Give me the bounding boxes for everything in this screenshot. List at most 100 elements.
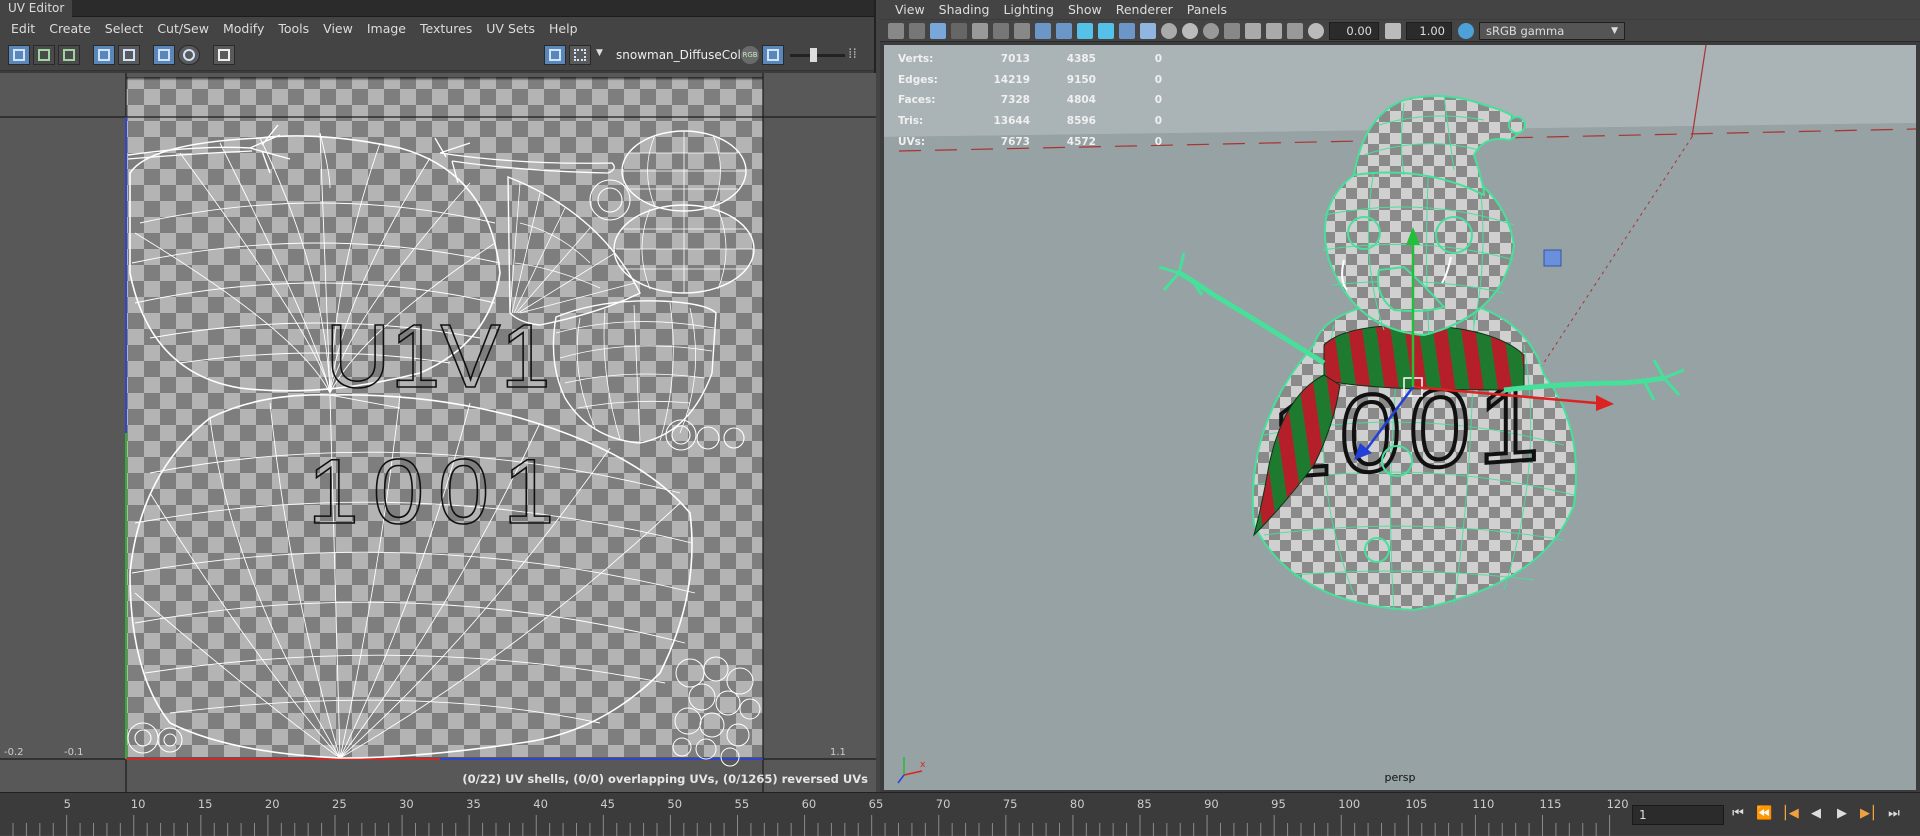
motion-blur-icon[interactable] bbox=[1203, 22, 1219, 39]
poly-count-hud: Verts: 7013 4385 0 Edges: 14219 9150 0 Faces: 7… bbox=[898, 49, 1162, 152]
uv-border-icon[interactable] bbox=[93, 44, 115, 65]
udim-number: 1001 bbox=[308, 441, 569, 543]
uv-menu-create[interactable]: Create bbox=[42, 21, 98, 36]
uv-editor-panel: UV Editor Edit Create Select Cut/Sew Mod… bbox=[0, 0, 876, 792]
vp-menu-renderer[interactable]: Renderer bbox=[1109, 2, 1180, 17]
step-forward-key-icon[interactable]: ▶⎮ bbox=[1860, 805, 1877, 823]
uv-menu-cutsew[interactable]: Cut/Sew bbox=[150, 21, 216, 36]
hud-value: 0 bbox=[1154, 94, 1162, 107]
go-to-end-icon[interactable]: ⏭ bbox=[1886, 805, 1902, 823]
uv-editor-tab[interactable]: UV Editor bbox=[0, 0, 73, 17]
vp-menu-lighting[interactable]: Lighting bbox=[996, 2, 1061, 17]
toolbar-more-icon[interactable]: ⁞⁞ bbox=[848, 46, 857, 62]
hud-value: 4804 bbox=[1066, 94, 1096, 107]
uv-menu-select[interactable]: Select bbox=[98, 21, 151, 36]
uv-viewport[interactable]: -0.2 -0.1 1.1 U1V1 1001 (0/22) UV shells… bbox=[0, 73, 876, 792]
grid-toggle-icon[interactable] bbox=[972, 22, 988, 39]
hud-value: 7013 bbox=[1000, 53, 1030, 66]
uv-display-grid-icon[interactable] bbox=[153, 44, 175, 65]
uv-menu-edit[interactable]: Edit bbox=[4, 21, 42, 36]
exposure-icon[interactable] bbox=[1308, 22, 1324, 39]
persp-viewport[interactable]: 1001 x Verts: 7013 4385 0 Edges: 14219 9… bbox=[884, 45, 1916, 790]
lights-icon[interactable] bbox=[1140, 22, 1156, 39]
vp-menu-view[interactable]: View bbox=[888, 2, 932, 17]
camera-attributes-icon[interactable] bbox=[909, 22, 925, 39]
vp-menu-panels[interactable]: Panels bbox=[1180, 2, 1234, 17]
safe-action-icon[interactable] bbox=[1035, 22, 1051, 39]
texture-name[interactable]: snowman_DiffuseColc bbox=[616, 48, 747, 62]
texture-dropdown-icon[interactable]: ▼ bbox=[596, 48, 603, 58]
xray-icon[interactable] bbox=[1245, 22, 1261, 39]
uv-shell-select-icon[interactable] bbox=[8, 44, 30, 65]
exposure-slider-handle[interactable] bbox=[810, 48, 817, 62]
go-to-start-icon[interactable]: ⏮ bbox=[1730, 805, 1746, 823]
resolution-gate-icon[interactable] bbox=[1014, 22, 1030, 39]
hud-value: 7673 bbox=[1000, 135, 1030, 148]
image-plane-icon[interactable] bbox=[951, 22, 967, 39]
uv-editor-titlebar: UV Editor bbox=[0, 0, 874, 17]
timeline-tick-label: 115 bbox=[1539, 797, 1562, 811]
hud-value: 14219 bbox=[993, 73, 1030, 86]
color-management-icon[interactable] bbox=[1458, 22, 1474, 39]
vp-menu-shading[interactable]: Shading bbox=[932, 2, 997, 17]
shadows-icon[interactable] bbox=[1161, 22, 1177, 39]
axis-label-mid: -0.1 bbox=[64, 747, 84, 758]
xray-active-icon[interactable] bbox=[1287, 22, 1303, 39]
hud-value: 0 bbox=[1154, 53, 1162, 66]
xray-joints-icon[interactable] bbox=[1266, 22, 1282, 39]
uv-menu-uvsets[interactable]: UV Sets bbox=[479, 21, 542, 36]
hud-row: Edges: 14219 9150 0 bbox=[898, 70, 1162, 91]
uv-pixel-snap-icon[interactable] bbox=[178, 44, 200, 65]
playback-controls: ⏮ ⏪ ⎮◀ ◀ ▶ ▶⎮ ⏭ bbox=[1730, 805, 1902, 823]
uv-status-text: (0/22) UV shells, (0/0) overlapping UVs,… bbox=[462, 772, 868, 786]
timeline-tick-label: 95 bbox=[1271, 797, 1286, 811]
time-slider[interactable]: 5 10 15 20 25 30 35 40 45 50 55 60 65 70 75 80 85 90 95 100… bbox=[0, 792, 1920, 836]
timeline-tick-label: 20 bbox=[264, 797, 280, 811]
timeline-tick-label: 45 bbox=[600, 797, 615, 811]
timeline-tick-label: 55 bbox=[734, 797, 750, 811]
step-back-key-icon[interactable]: ⏪ bbox=[1756, 805, 1772, 823]
uv-menu-modify[interactable]: Modify bbox=[216, 21, 271, 36]
timeline-tick-label: 60 bbox=[801, 797, 817, 811]
gamma-field[interactable]: 1.00 bbox=[1406, 21, 1452, 40]
timeline-tick-label: 35 bbox=[466, 797, 481, 811]
select-camera-icon[interactable] bbox=[888, 22, 904, 39]
rgb-channel-icon[interactable]: RGB bbox=[741, 46, 759, 64]
wireframe-on-shaded-icon[interactable] bbox=[1098, 22, 1114, 39]
hud-value: 0 bbox=[1154, 135, 1162, 148]
checker-toggle-icon[interactable] bbox=[569, 45, 591, 65]
timeline-tick-label: 85 bbox=[1137, 797, 1152, 811]
image-ratio-icon[interactable] bbox=[762, 45, 784, 65]
wireframe-icon[interactable] bbox=[1056, 22, 1072, 39]
viewport-scene: 1001 x bbox=[884, 45, 1916, 790]
play-forwards-icon[interactable]: ▶ bbox=[1834, 805, 1850, 823]
exposure-slider-track[interactable] bbox=[790, 54, 845, 57]
current-frame-field[interactable]: 1 bbox=[1632, 805, 1724, 825]
viewport-menubar: View Shading Lighting Show Renderer Pane… bbox=[880, 0, 1920, 19]
uv-checker-small-icon[interactable] bbox=[58, 44, 80, 65]
view-transform-dropdown[interactable]: sRGB gamma ▼ bbox=[1479, 21, 1625, 40]
timeline-tick-label: 80 bbox=[1069, 797, 1085, 811]
film-gate-icon[interactable] bbox=[993, 22, 1009, 39]
uv-grid-icon[interactable] bbox=[33, 44, 55, 65]
uv-menu-tools[interactable]: Tools bbox=[271, 21, 316, 36]
uv-texture-borders-icon[interactable] bbox=[118, 44, 140, 65]
smooth-shade-icon[interactable] bbox=[1077, 22, 1093, 39]
step-back-frame-icon[interactable]: ⎮◀ bbox=[1782, 805, 1799, 823]
image-display-icon[interactable] bbox=[544, 45, 566, 65]
uv-menu-help[interactable]: Help bbox=[542, 21, 585, 36]
uv-snapshot-icon[interactable] bbox=[213, 44, 235, 65]
uv-menu-image[interactable]: Image bbox=[360, 21, 413, 36]
udim-label: U1V1 bbox=[325, 307, 550, 407]
isolate-select-icon[interactable] bbox=[1224, 22, 1240, 39]
ambient-occlusion-icon[interactable] bbox=[1182, 22, 1198, 39]
play-backwards-icon[interactable]: ◀ bbox=[1808, 805, 1824, 823]
exposure-field[interactable]: 0.00 bbox=[1329, 21, 1379, 40]
gamma-icon[interactable] bbox=[1385, 22, 1401, 39]
textured-icon[interactable] bbox=[1119, 22, 1135, 39]
vp-menu-show[interactable]: Show bbox=[1061, 2, 1109, 17]
uv-menu-view[interactable]: View bbox=[316, 21, 360, 36]
uv-menu-textures[interactable]: Textures bbox=[413, 21, 479, 36]
bookmark-icon[interactable] bbox=[930, 22, 946, 39]
hud-row: Faces: 7328 4804 0 bbox=[898, 90, 1162, 111]
